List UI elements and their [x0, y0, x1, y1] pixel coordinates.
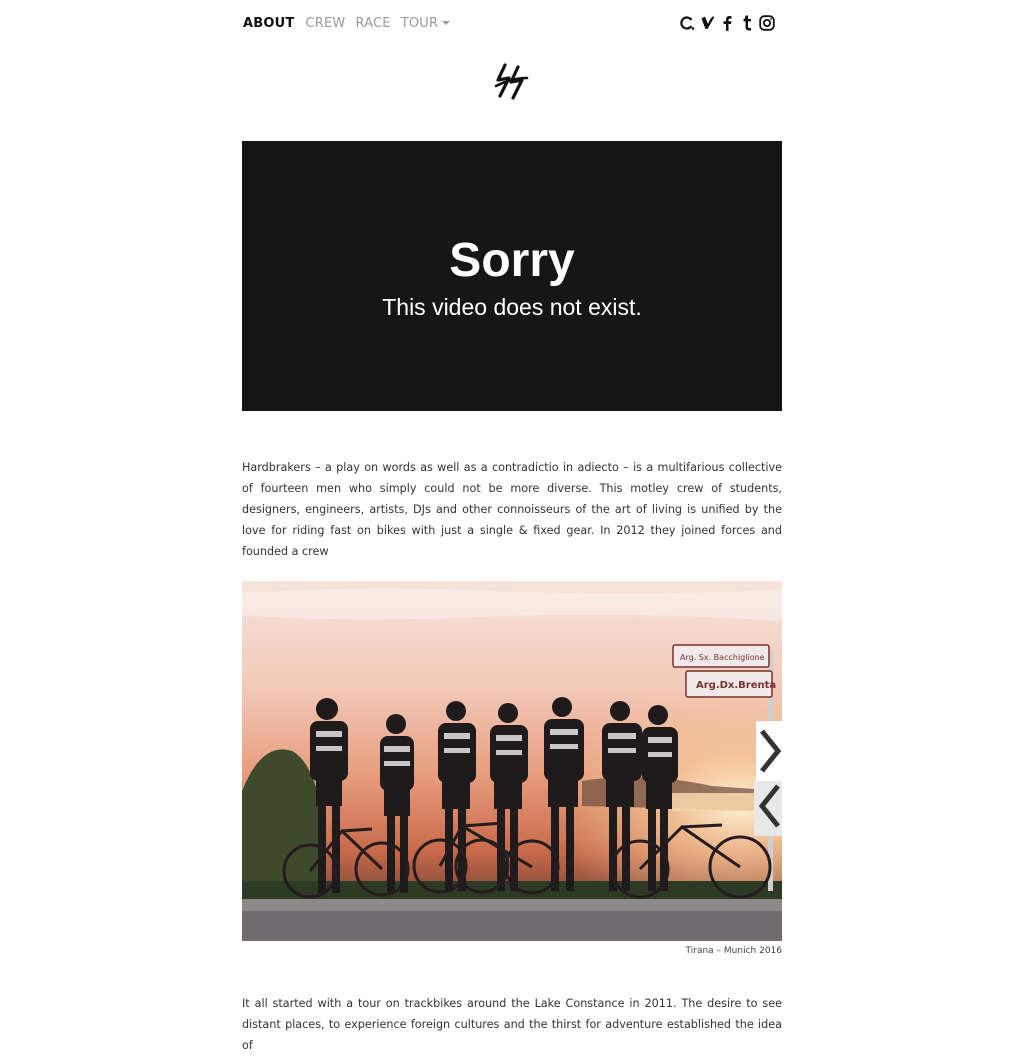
crew-photo: Arg. Sx. Bacchiglione Arg.Dx.Brenta — [242, 581, 782, 941]
video-error-message: This video does not exist. — [382, 294, 642, 320]
sign-text-1: Arg. Sx. Bacchiglione — [680, 653, 765, 662]
tumblr-icon[interactable] — [738, 14, 756, 32]
instagram-icon[interactable] — [758, 14, 776, 32]
nav-tour-label: TOUR — [400, 15, 439, 31]
facebook-icon[interactable] — [718, 14, 736, 32]
intro-paragraph: Hardbrakers – a play on words as well as… — [242, 461, 782, 558]
top-nav: ABOUT CREW RACE TOUR — [243, 14, 460, 32]
photo-caption: Tirana – Munich 2016 — [685, 946, 782, 956]
nav-tour[interactable]: TOUR — [401, 16, 451, 31]
nav-race[interactable]: RACE — [355, 16, 390, 31]
sign-text-2: Arg.Dx.Brenta — [696, 680, 776, 691]
nav-about[interactable]: ABOUT — [243, 16, 294, 31]
story-paragraph: It all started with a tour on trackbikes… — [242, 997, 782, 1052]
loading-icon[interactable] — [678, 14, 696, 32]
video-player[interactable]: Sorry This video does not exist. — [242, 141, 782, 411]
nav-crew[interactable]: CREW — [305, 16, 345, 31]
hardbrakers-logo-icon[interactable] — [493, 62, 531, 102]
vimeo-icon[interactable] — [698, 14, 716, 32]
caret-down-icon — [442, 21, 451, 25]
social-links — [676, 14, 776, 32]
video-error-title: Sorry — [449, 234, 575, 287]
